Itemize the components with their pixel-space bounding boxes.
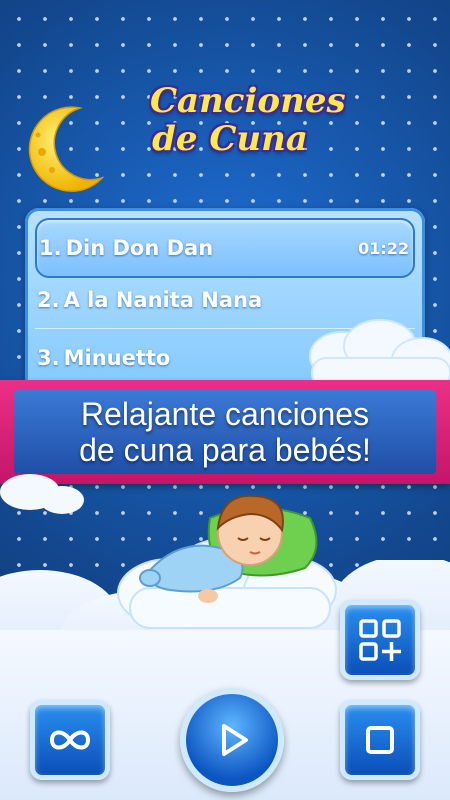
logo-line-1: Canciones — [150, 81, 346, 121]
banner-line-1: Relajante canciones — [80, 396, 370, 432]
cloud-decoration — [309, 319, 450, 388]
repeat-button[interactable] — [30, 700, 110, 780]
play-button[interactable] — [180, 688, 284, 792]
sleeping-baby-illustration — [117, 494, 337, 629]
cloud-decoration — [0, 474, 84, 514]
list-item-track-1[interactable]: 1. Din Don Dan 01:22 — [35, 218, 415, 278]
track-title: Din Don Dan — [65, 236, 214, 260]
moon-icon — [28, 106, 105, 192]
promo-banner: Relajante canciones de cuna para bebés! — [0, 380, 450, 484]
track-title: A la Nanita Nana — [63, 288, 263, 312]
infinity-icon — [49, 730, 91, 750]
more-apps-button[interactable] — [340, 600, 420, 680]
track-number: 1. — [39, 236, 62, 260]
stop-icon — [366, 726, 394, 754]
stop-button[interactable] — [340, 700, 420, 780]
track-number: 3. — [37, 346, 60, 370]
logo-line-2: de Cuna — [152, 119, 308, 159]
apps-plus-icon — [359, 619, 401, 661]
play-icon — [222, 724, 248, 756]
banner-text-panel: Relajante canciones de cuna para bebés! — [14, 390, 436, 474]
app-logo: Canciones de Cuna — [150, 81, 346, 159]
track-duration: 01:22 — [358, 238, 409, 258]
track-number: 2. — [37, 288, 60, 312]
banner-line-2: de cuna para bebés! — [79, 432, 371, 468]
